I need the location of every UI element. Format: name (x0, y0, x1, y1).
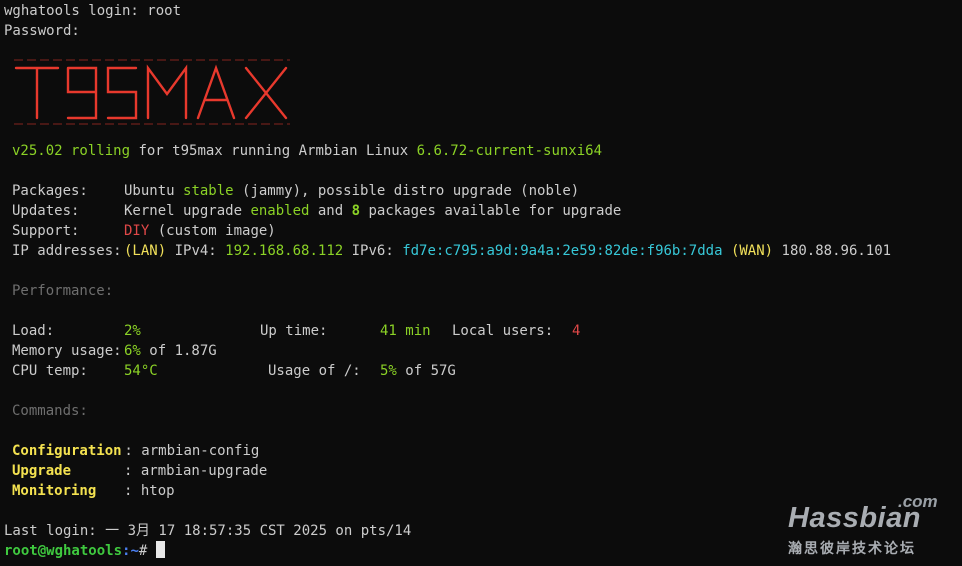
updates-and: and (309, 203, 352, 219)
prompt-symbol: # (138, 543, 156, 559)
command-row: Upgrade : armbian-upgrade (12, 461, 512, 481)
hassbian-watermark: .com Hassbian 瀚思彼岸技术论坛 (788, 490, 948, 560)
password-line: Password: (4, 23, 80, 39)
cpu-row: CPU temp: 54°C Usage of /: 5% of 57G (12, 361, 952, 381)
memory-label: Memory usage: (12, 343, 122, 359)
packages-line: Packages: Ubuntu stable (jammy), possibl… (12, 181, 952, 201)
command-name: Configuration (12, 443, 122, 459)
memory-total: of 1.87G (140, 343, 217, 359)
updates-kernel: Kernel upgrade (124, 203, 251, 219)
ip-label: IP addresses: (12, 243, 122, 259)
banner-line: v25.02 rolling for t95max running Armbia… (12, 141, 602, 161)
support-label: Support: (12, 223, 80, 239)
watermark-subtitle: 瀚思彼岸技术论坛 (788, 541, 916, 557)
command-name: Monitoring (12, 483, 97, 499)
command-value: armbian-upgrade (140, 463, 268, 479)
last-login-line: Last login: 一 3月 17 18:57:35 CST 2025 on… (4, 523, 412, 539)
packages-distro: Ubuntu (124, 183, 184, 199)
updates-label: Updates: (12, 203, 80, 219)
packages-stable: stable (183, 183, 234, 199)
support-line: Support: DIY (custom image) (12, 221, 952, 241)
updates-line: Updates: Kernel upgrade enabled and 8 pa… (12, 201, 952, 221)
cpu-temp-value: 54°C (124, 363, 158, 379)
ip-lan-tag: (LAN) (124, 243, 167, 259)
local-users-label: Local users: (452, 323, 554, 339)
ipv4-label: IPv4: (166, 243, 226, 259)
ipv6-address: fd7e:c795:a9d:9a4a:2e59:82de:f96b:7dda (402, 243, 723, 259)
terminal-cursor (155, 541, 165, 558)
command-separator: : (116, 443, 142, 459)
disk-usage-label: Usage of /: (268, 363, 361, 379)
watermark-logo: Hassbian (788, 502, 921, 534)
support-custom: (custom image) (149, 223, 276, 239)
cpu-temp-label: CPU temp: (12, 363, 88, 379)
disk-usage-value: 5% (380, 363, 397, 379)
login-line: wghatools login: root (4, 3, 182, 19)
packages-label: Packages: (12, 183, 88, 199)
banner-text: for t95max running Armbian Linux (130, 143, 417, 159)
ipv4-address: 192.168.68.112 (225, 243, 344, 259)
updates-enabled: enabled (250, 203, 310, 219)
prompt-user-host: root@wghatools (4, 543, 123, 559)
disk-usage-total: of 57G (396, 363, 456, 379)
command-separator: : (124, 463, 141, 479)
load-value: 2% (124, 323, 141, 339)
command-value: htop (140, 483, 175, 499)
command-value: armbian-config (141, 443, 260, 459)
command-row: Configuration : armbian-config (12, 441, 512, 461)
memory-value: 6% (124, 343, 141, 359)
armbian-version: v25.02 rolling (12, 143, 131, 159)
updates-tail: packages available for upgrade (360, 203, 622, 219)
shell-prompt[interactable]: root@wghatools:~# (4, 541, 165, 561)
ipv6-label: IPv6: (343, 243, 403, 259)
performance-heading: Performance: (12, 283, 114, 299)
ascii-logo (14, 59, 290, 125)
terminal-window[interactable]: wghatools login: root Password: v25.02 r… (0, 0, 962, 566)
ip-line: IP addresses: (LAN) IPv4: 192.168.68.112… (12, 241, 957, 261)
prompt-path: :~ (122, 543, 139, 559)
load-row: Load: 2% Up time: 41 min Local users: 4 (12, 321, 952, 341)
packages-upgrade-note: (jammy), possible distro upgrade (noble) (233, 183, 580, 199)
commands-heading: Commands: (12, 403, 88, 419)
command-separator: : (124, 483, 141, 499)
local-users-value: 4 (572, 323, 581, 339)
wan-address: 180.88.96.101 (773, 243, 892, 259)
uptime-value: 41 min (380, 323, 431, 339)
uptime-label: Up time: (260, 323, 328, 339)
command-name: Upgrade (12, 463, 72, 479)
memory-row: Memory usage: 6% of 1.87G (12, 341, 952, 361)
command-row: Monitoring : htop (12, 481, 512, 501)
ip-wan-tag: (WAN) (730, 243, 774, 259)
support-diy: DIY (124, 223, 150, 239)
updates-count: 8 (351, 203, 361, 219)
load-label: Load: (12, 323, 55, 339)
kernel-version: 6.6.72-current-sunxi64 (416, 143, 603, 159)
